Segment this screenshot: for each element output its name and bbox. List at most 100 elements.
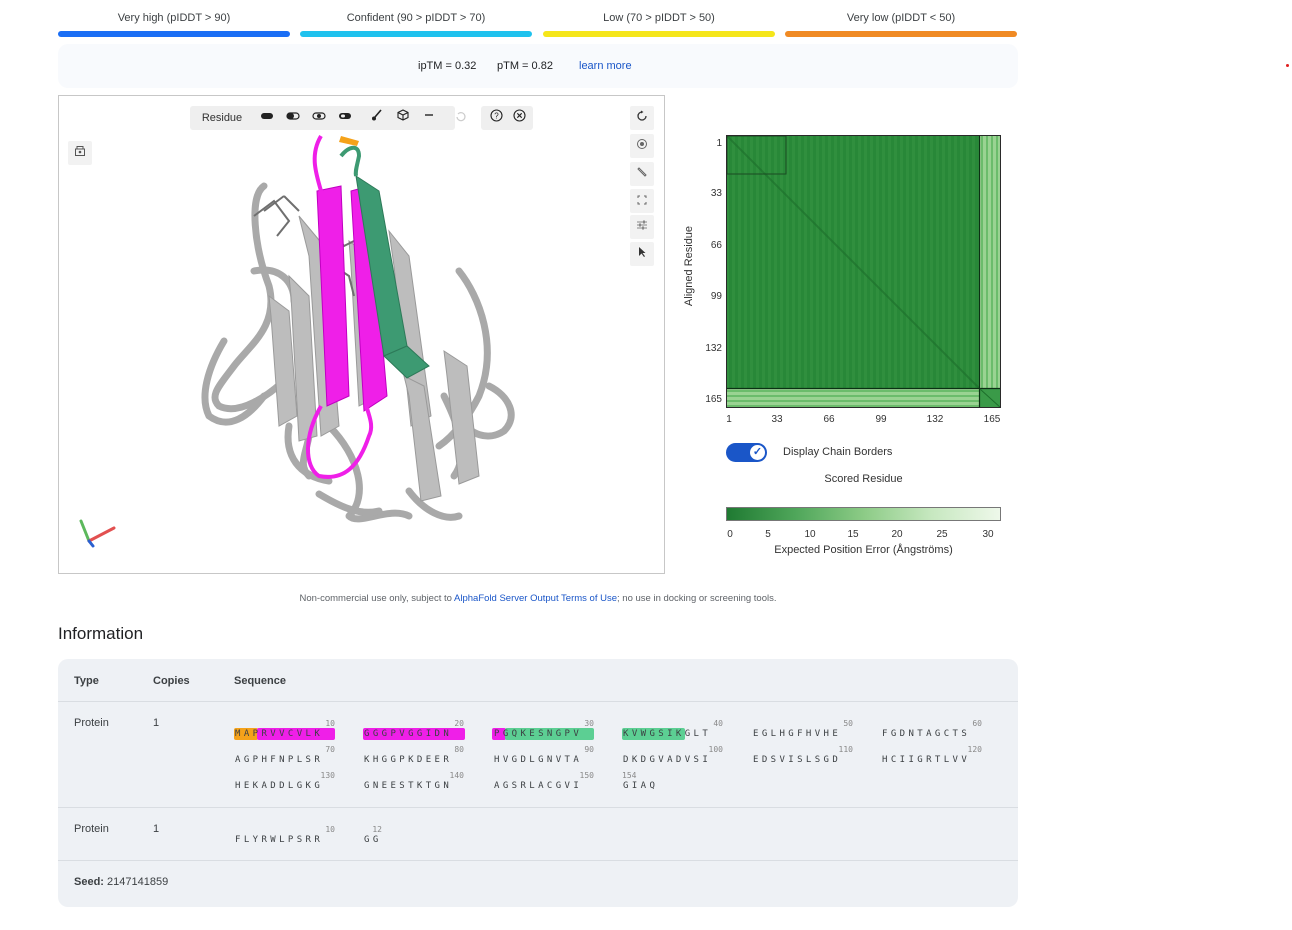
pae-heatmap[interactable] <box>726 135 1001 408</box>
legend-very-low: Very low (pIDDT < 50) <box>785 12 1017 37</box>
pae-x-tick: 132 <box>926 414 944 425</box>
sequence-block: HCIIGRTLVV <box>882 755 971 765</box>
row1-type: Protein <box>74 717 109 729</box>
pae-colorbar <box>726 507 1001 521</box>
sequence-block: MAPRVVCVLK <box>235 729 324 739</box>
seq-num: 40 <box>713 719 723 728</box>
seq-num: 130 <box>320 771 335 780</box>
sequence-block: EGLHGFHVHE <box>753 729 842 739</box>
colorbar-label: Expected Position Error (Ångströms) <box>774 544 953 556</box>
legend-very-high: Very high (pIDDT > 90) <box>58 12 290 37</box>
row2-type: Protein <box>74 823 109 835</box>
sequence-block: KHGGPKDEER <box>364 755 453 765</box>
sequence-block: EDSVISLSGD <box>753 755 842 765</box>
header-sequence: Sequence <box>234 675 286 687</box>
divider <box>58 860 1018 861</box>
terms-link[interactable]: AlphaFold Server Output Terms of Use <box>454 593 617 604</box>
scored-residue-label: Scored Residue <box>824 473 903 485</box>
legend-bar <box>785 31 1017 37</box>
information-table: Type Copies Sequence Protein 1 10 20 30 … <box>58 659 1018 907</box>
pae-y-tick: 165 <box>705 394 722 405</box>
seq-num: 140 <box>449 771 464 780</box>
seq-num: 110 <box>838 745 853 754</box>
protein-structure[interactable] <box>59 96 665 574</box>
sequence-block: HEKADDLGKG <box>235 781 324 791</box>
row1-copies: 1 <box>153 717 160 729</box>
pae-x-tick: 165 <box>983 414 1001 425</box>
seed-label: Seed: <box>74 876 104 888</box>
sequence-block: GIAQ <box>623 781 659 791</box>
ptm-value: pTM = 0.82 <box>497 60 553 72</box>
seq-num: 70 <box>325 745 335 754</box>
red-dot <box>1286 64 1289 67</box>
seq-num: 90 <box>584 745 594 754</box>
pae-x-tick: 1 <box>726 414 732 425</box>
metrics-bar: ipTM = 0.32 pTM = 0.82 learn more <box>58 44 1018 88</box>
seq-num: 60 <box>972 719 982 728</box>
sequence-block: FLYRWLPSRR <box>235 835 324 845</box>
iptm-value: ipTM = 0.32 <box>418 60 477 72</box>
pae-x-tick: 33 <box>771 414 783 425</box>
pae-y-label: Aligned Residue <box>683 225 695 307</box>
check-icon: ✓ <box>750 445 765 460</box>
seq-num: 80 <box>454 745 464 754</box>
header-type: Type <box>74 675 99 687</box>
seed-row: Seed: 2147141859 <box>74 876 168 888</box>
colorbar-tick: 10 <box>804 529 816 540</box>
terms-note: Non-commercial use only, subject to Alph… <box>58 593 1018 604</box>
colorbar-tick: 30 <box>982 529 994 540</box>
sequence-block: GNEESTKTGN <box>364 781 453 791</box>
learn-more-link[interactable]: learn more <box>579 60 632 72</box>
colorbar-tick: 0 <box>727 529 733 540</box>
legend-bar <box>300 31 532 37</box>
legend-low: Low (70 > pIDDT > 50) <box>543 12 775 37</box>
seq-num: 100 <box>708 745 723 754</box>
legend-label: Very low (pIDDT < 50) <box>846 12 956 24</box>
pae-y-label-wrap: Aligned Residue <box>683 211 697 321</box>
seq-num: 20 <box>454 719 464 728</box>
pae-y-tick: 66 <box>710 240 722 251</box>
divider <box>58 701 1018 702</box>
pae-x-tick: 66 <box>823 414 835 425</box>
legend-label: Low (70 > pIDDT > 50) <box>603 12 715 24</box>
sequence-block: FGDNTAGCTS <box>882 729 971 739</box>
colorbar-tick: 15 <box>847 529 859 540</box>
seed-value: 2147141859 <box>107 876 169 888</box>
seq-num: 150 <box>579 771 594 780</box>
seq-num: 120 <box>967 745 982 754</box>
legend-label: Confident (90 > pIDDT > 70) <box>346 12 486 24</box>
divider <box>58 807 1018 808</box>
pae-y-tick: 33 <box>710 188 722 199</box>
sequence-block: GGGPVGGIDN <box>364 729 453 739</box>
row2-copies: 1 <box>153 823 160 835</box>
sequence-block: KVWGSIKGLT <box>623 729 712 739</box>
seq-num: 12 <box>372 825 382 834</box>
colorbar-tick: 5 <box>765 529 771 540</box>
structure-viewer[interactable]: Residue ? <box>58 95 665 574</box>
pae-y-tick: 99 <box>710 291 722 302</box>
toggle-label: Display Chain Borders <box>783 446 893 458</box>
seq-num: 10 <box>325 825 335 834</box>
colorbar-tick: 20 <box>891 529 903 540</box>
seq-num: 154 <box>622 771 637 780</box>
chain-borders-toggle[interactable]: ✓ <box>726 443 767 462</box>
legend-confident: Confident (90 > pIDDT > 70) <box>300 12 532 37</box>
sequence-block: HVGDLGNVTA <box>494 755 583 765</box>
legend-bar <box>543 31 775 37</box>
colorbar-tick: 25 <box>936 529 948 540</box>
pae-y-tick: 1 <box>716 138 722 149</box>
sequence-block: PGQKESNGPV <box>494 729 583 739</box>
seq-num: 30 <box>584 719 594 728</box>
sequence-block: AGSRLACGVI <box>494 781 583 791</box>
header-copies: Copies <box>153 675 190 687</box>
pae-x-tick: 99 <box>875 414 887 425</box>
seq-num: 50 <box>843 719 853 728</box>
information-heading: Information <box>58 624 144 643</box>
terms-post: ; no use in docking or screening tools. <box>617 593 777 604</box>
seq-num: 10 <box>325 719 335 728</box>
sequence-block: AGPHFNPLSR <box>235 755 324 765</box>
legend-bar <box>58 31 290 37</box>
pae-y-tick: 132 <box>705 343 722 354</box>
legend-label: Very high (pIDDT > 90) <box>117 12 231 24</box>
sequence-block: GG <box>364 835 382 845</box>
